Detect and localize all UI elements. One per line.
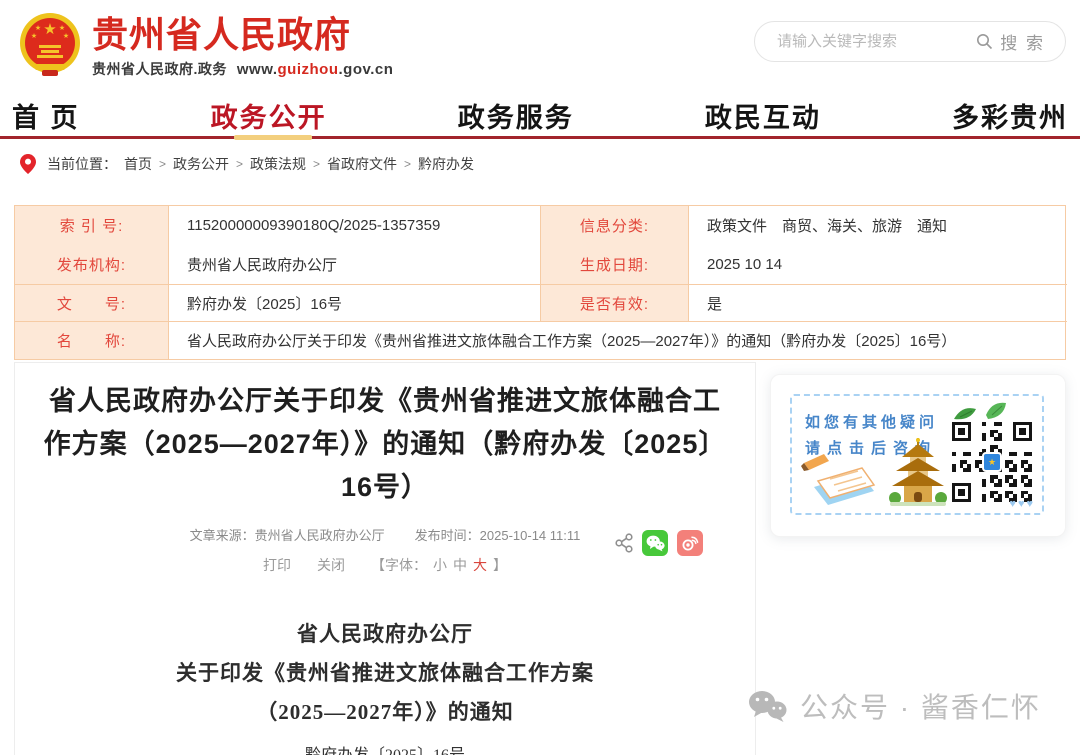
qr-center-emblem-icon: ★ — [982, 452, 1002, 472]
watermark: 公众号 · 酱香仁怀 — [748, 686, 1041, 726]
article-panel: 省人民政府办公厅关于印发《贵州省推进文旅体融合工作方案（2025—2027年）》… — [14, 362, 756, 755]
doc-agency-label: 发布机构: — [15, 245, 169, 284]
consult-text-line1: 如您有其他疑问 — [805, 411, 938, 432]
search-icon — [976, 33, 993, 50]
weibo-share-icon[interactable] — [677, 530, 703, 556]
nav-item-public-interaction[interactable]: 政民互动 — [705, 96, 821, 135]
body-doc-number: 黔府办发〔2025〕16号 — [15, 741, 755, 755]
watermark-text: 公众号 · 酱香仁怀 — [800, 686, 1041, 726]
close-button[interactable]: 关闭 — [317, 555, 345, 575]
svg-text:★: ★ — [31, 32, 37, 40]
qr-code: ★ — [952, 422, 1032, 502]
article-toolbar: 打印 关闭 【字体： 小 中 大 】 — [15, 555, 755, 575]
svg-text:★: ★ — [63, 32, 69, 40]
breadcrumb-item-qianfuban[interactable]: 黔府办发 — [418, 154, 474, 174]
national-emblem-icon: ★ ★ ★ ★ ★ — [18, 12, 82, 78]
article-body: 省人民政府办公厅 关于印发《贵州省推进文旅体融合工作方案 （2025—2027年… — [15, 615, 755, 755]
nav-divider-rule — [0, 136, 1080, 139]
page: ★ ★ ★ ★ ★ 贵州省人民政府 贵州省人民政府.政务www.guizhou.… — [0, 0, 1080, 755]
doc-valid-value: 是 — [689, 284, 1067, 321]
article-title: 省人民政府办公厅关于印发《贵州省推进文旅体融合工作方案（2025—2027年）》… — [43, 380, 727, 509]
doc-name-label: 名 称: — [15, 321, 169, 359]
site-subtitle: 贵州省人民政府.政务www.guizhou.gov.cn — [92, 59, 393, 79]
breadcrumb-item-disclosure[interactable]: 政务公开 — [173, 154, 229, 174]
share-bar — [615, 530, 703, 556]
site-logo-link[interactable]: ★ ★ ★ ★ ★ 贵州省人民政府 贵州省人民政府.政务www.guizhou.… — [18, 12, 393, 79]
main-nav: 首 页 政务公开 政务服务 政民互动 多彩贵州 — [0, 94, 1080, 136]
svg-text:★: ★ — [59, 24, 65, 32]
breadcrumb-separator: > — [159, 157, 166, 171]
pen-paper-illustration-icon — [800, 447, 886, 507]
body-line: （2025—2027年）》的通知 — [15, 693, 755, 732]
doc-agency-value: 贵州省人民政府办公厅 — [169, 245, 541, 284]
svg-text:★: ★ — [43, 21, 56, 38]
font-medium-button[interactable]: 中 — [453, 555, 467, 575]
breadcrumb-separator: > — [313, 157, 320, 171]
doc-category-value: 政策文件 商贸、海关、旅游 通知 — [689, 206, 1067, 245]
breadcrumb-item-home[interactable]: 首页 — [124, 154, 152, 174]
pagoda-illustration-icon — [888, 438, 948, 510]
qr-finder-pattern — [1013, 422, 1032, 441]
doc-date-label: 生成日期: — [541, 245, 689, 284]
breadcrumb: 当前位置： 首页 > 政务公开 > 政策法规 > 省政府文件 > 黔府办发 — [20, 153, 474, 175]
search-input[interactable] — [755, 33, 976, 50]
nav-item-colorful-guizhou[interactable]: 多彩贵州 — [952, 96, 1068, 135]
doc-date-value: 2025 10 14 — [689, 245, 1067, 284]
doc-number-value: 黔府办发〔2025〕16号 — [169, 284, 541, 321]
qr-finder-pattern — [952, 422, 971, 441]
hearts-decoration-icon: ♥♥♥ — [1009, 498, 1035, 510]
breadcrumb-separator: > — [236, 157, 243, 171]
nav-item-gov-services[interactable]: 政务服务 — [458, 96, 574, 135]
pubtime-label: 发布时间： — [415, 528, 480, 543]
doc-info-table: 索 引 号: 11520000009390180Q/2025-1357359 信… — [14, 205, 1066, 360]
site-title: 贵州省人民政府 — [92, 12, 393, 58]
doc-category-label: 信息分类: — [541, 206, 689, 245]
consult-card: 如您有其他疑问 请点击后咨询 — [770, 374, 1066, 537]
body-line: 关于印发《贵州省推进文旅体融合工作方案 — [15, 654, 755, 693]
wechat-share-icon[interactable] — [642, 530, 668, 556]
nav-item-home[interactable]: 首 页 — [12, 96, 80, 135]
search-button[interactable]: 搜 索 — [976, 29, 1065, 54]
doc-valid-label: 是否有效: — [541, 284, 689, 321]
qr-finder-pattern — [952, 483, 971, 502]
body-line: 省人民政府办公厅 — [15, 615, 755, 654]
font-small-button[interactable]: 小 — [433, 555, 447, 575]
consult-banner[interactable]: 如您有其他疑问 请点击后咨询 — [790, 394, 1044, 515]
font-large-button[interactable]: 大 — [473, 555, 487, 575]
nav-item-gov-disclosure[interactable]: 政务公开 — [211, 96, 327, 135]
breadcrumb-item-policies[interactable]: 政策法规 — [250, 154, 306, 174]
wechat-watermark-icon — [748, 689, 788, 723]
breadcrumb-item-provincial-docs[interactable]: 省政府文件 — [327, 154, 397, 174]
site-url: www.guizhou.gov.cn — [237, 61, 394, 78]
font-label-close: 】 — [493, 555, 507, 575]
font-label: 【字体： — [371, 555, 427, 575]
doc-index-value: 11520000009390180Q/2025-1357359 — [169, 206, 541, 245]
source-label: 文章来源： — [190, 528, 255, 543]
active-tab-underline — [234, 135, 312, 140]
doc-number-label: 文 号: — [15, 284, 169, 321]
doc-index-label: 索 引 号: — [15, 206, 169, 245]
doc-name-value: 省人民政府办公厅关于印发《贵州省推进文旅体融合工作方案（2025—2027年）》… — [169, 321, 1067, 359]
breadcrumb-separator: > — [404, 157, 411, 171]
source-value: 贵州省人民政府办公厅 — [255, 528, 385, 543]
svg-text:★: ★ — [35, 24, 41, 32]
breadcrumb-prefix: 当前位置： — [47, 154, 117, 174]
search-box: 搜 索 — [754, 21, 1066, 62]
share-icon[interactable] — [615, 533, 633, 553]
location-pin-icon — [20, 154, 36, 174]
pubtime-value: 2025-10-14 11:11 — [480, 528, 581, 543]
font-size-switcher: 【字体： 小 中 大 】 — [371, 555, 507, 575]
print-button[interactable]: 打印 — [263, 555, 291, 575]
